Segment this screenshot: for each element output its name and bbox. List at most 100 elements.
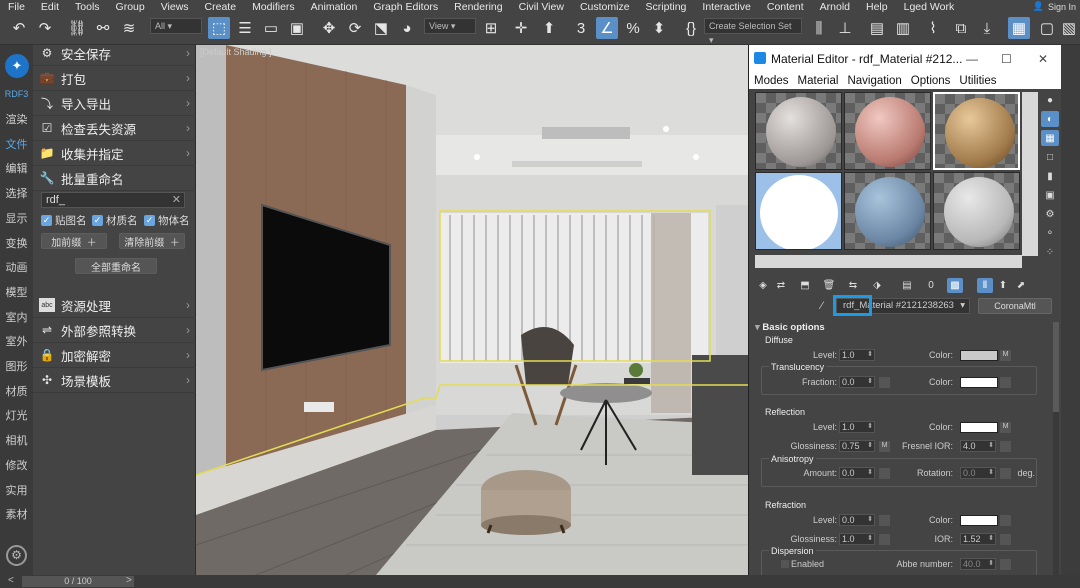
put-to-library-icon[interactable]: ⬗ [869,278,885,293]
make-unique-icon[interactable]: ⇆ [845,278,861,293]
show-end-result-icon[interactable]: Ⅱ [977,278,993,293]
sample-slot-2[interactable] [844,92,931,170]
diffuse-color-swatch[interactable] [960,350,998,361]
me-menu-options[interactable]: Options [911,75,951,87]
panel-item[interactable]: abc 资源处理 › [33,294,196,316]
menu-scripting[interactable]: Scripting [638,1,695,13]
category-item[interactable]: 选择 [0,185,33,201]
edit-named-selection-icon[interactable]: {} [680,17,702,39]
reset-map-icon[interactable]: 🗑 [821,278,837,293]
named-selection-set-dropdown[interactable]: Create Selection Set ▾ [704,18,802,45]
reflection-glossiness-spinner[interactable]: 0.75 ⬍ [839,440,875,452]
spinner-snap-icon[interactable]: ⬍ [648,17,670,39]
category-item[interactable]: 图形 [0,358,33,374]
category-item[interactable]: 实用 [0,482,33,498]
viewport-label[interactable]: [Default Shading ] [200,47,272,57]
video-color-check-icon[interactable]: ▮ [1041,168,1059,184]
category-item[interactable]: 动画 [0,259,33,275]
menu-rendering[interactable]: Rendering [446,1,510,13]
show-shaded-icon[interactable]: ▩ [947,278,963,293]
panel-item[interactable]: 💼 打包 › [33,67,196,89]
background-checker-icon[interactable]: ▦ [1041,130,1059,146]
menu-group[interactable]: Group [108,1,153,13]
assign-to-selection-icon[interactable]: ⬒ [797,278,813,293]
panel-item[interactable]: ⤵ 导入导出 › [33,92,196,114]
me-menu-material[interactable]: Material [798,75,839,87]
reflection-color-swatch[interactable] [960,422,998,433]
panel-item[interactable]: 📁 收集并指定 › [33,142,196,164]
backlight-icon[interactable]: ◐ [1041,111,1059,127]
go-forward-sibling-icon[interactable]: ⬈ [1013,278,1029,293]
category-item[interactable]: 材质 [0,383,33,399]
checkbox-material-name[interactable]: ✓ 材质名 [92,213,138,228]
anisotropy-rotation-map-button[interactable] [1000,468,1011,479]
dispersion-enabled-checkbox[interactable] [781,560,789,568]
rotate-icon[interactable]: ⟳ [344,17,366,39]
add-prefix-button[interactable]: 加前缀 ＋ [41,233,107,249]
refraction-map-button[interactable] [1000,515,1011,526]
category-item[interactable]: 修改 [0,457,33,473]
minimize-icon[interactable]: — [966,52,978,66]
menu-tools[interactable]: Tools [67,1,108,13]
redo-icon[interactable]: ↷ [34,17,56,39]
slot-horizontal-scrollbar[interactable] [755,255,1022,268]
unlink-icon[interactable]: ⚯ [92,17,114,39]
snap-toggle-icon[interactable]: 3 [570,17,592,39]
sample-slot-5[interactable] [844,172,931,250]
scale-icon[interactable]: ⬔ [370,17,392,39]
menu-arnold[interactable]: Arnold [812,1,858,13]
category-item[interactable]: 文件 [0,136,33,152]
bind-spacewarp-icon[interactable]: ≋ [118,17,140,39]
refraction-level-map-button[interactable] [879,515,890,526]
refraction-glossiness-spinner[interactable]: 1.0 ⬍ [839,533,875,545]
slot-vertical-scrollbar[interactable] [1022,92,1038,256]
place-icon[interactable]: ◕ [396,17,418,39]
options-icon[interactable]: ⚙ [1041,206,1059,222]
material-map-navigator-icon[interactable]: ⁘ [1041,244,1059,260]
fresnel-ior-spinner[interactable]: 4.0 ⬍ [960,440,996,452]
category-item[interactable]: 室外 [0,333,33,349]
time-prev-icon[interactable]: < [8,575,14,586]
menu-views[interactable]: Views [153,1,197,13]
pivot-center-icon[interactable]: ⊞ [480,17,502,39]
reflection-map-button[interactable]: M [1000,422,1011,433]
window-crossing-icon[interactable]: ▣ [286,17,308,39]
refraction-level-spinner[interactable]: 0.0 ⬍ [839,514,875,526]
rename-search-input[interactable]: rdf_ ✕ [41,192,185,208]
go-to-parent-icon[interactable]: ⬆ [995,278,1011,293]
keyboard-shortcut-icon[interactable]: ⬆ [538,17,560,39]
sign-in-button[interactable]: 👤 Sign In [1033,0,1080,13]
anisotropy-amount-spinner[interactable]: 0.0 ⬍ [839,467,875,479]
category-item[interactable]: 灯光 [0,407,33,423]
select-object-icon[interactable]: ⬚ [208,17,230,39]
category-item[interactable]: 模型 [0,284,33,300]
refraction-color-swatch[interactable] [960,515,998,526]
layer-explorer-icon[interactable]: ▤ [866,17,888,39]
get-material-icon[interactable]: ◈ [755,278,771,293]
percent-snap-icon[interactable]: % [622,17,644,39]
rename-all-button[interactable]: 全部重命名 [75,258,157,274]
sample-type-icon[interactable]: ● [1041,92,1059,108]
download-icon[interactable]: ⤓ [976,17,998,39]
properties-scrollbar[interactable] [1053,322,1059,575]
menu-animation[interactable]: Animation [303,1,366,13]
menu-content[interactable]: Content [759,1,812,13]
me-menu-utilities[interactable]: Utilities [959,75,996,87]
menu-graph-editors[interactable]: Graph Editors [365,1,446,13]
reference-coordinate-dropdown[interactable]: View ▾ [424,18,476,34]
refraction-ior-map-button[interactable] [1000,534,1011,545]
render-setup-icon[interactable]: ▢ [1036,17,1058,39]
perspective-viewport[interactable]: [Default Shading ] [196,45,748,575]
channel-zero-icon[interactable]: 0 [923,278,939,293]
translucency-color-swatch[interactable] [960,377,998,388]
menu-modifiers[interactable]: Modifiers [244,1,303,13]
sample-slot-6[interactable] [933,172,1020,250]
material-type-button[interactable]: CoronaMtl [978,298,1052,314]
panel-item[interactable]: ⚙ 安全保存 › [33,42,196,64]
select-by-name-icon[interactable]: ☰ [234,17,256,39]
select-by-material-icon[interactable]: ⚬ [1041,225,1059,241]
move-icon[interactable]: ✥ [318,17,340,39]
basic-options-header[interactable]: ▾ Basic options [755,322,825,333]
panel-item[interactable]: 🔧 批量重命名 [33,167,196,189]
clear-prefix-button[interactable]: 清除前缀 ＋ [119,233,185,249]
